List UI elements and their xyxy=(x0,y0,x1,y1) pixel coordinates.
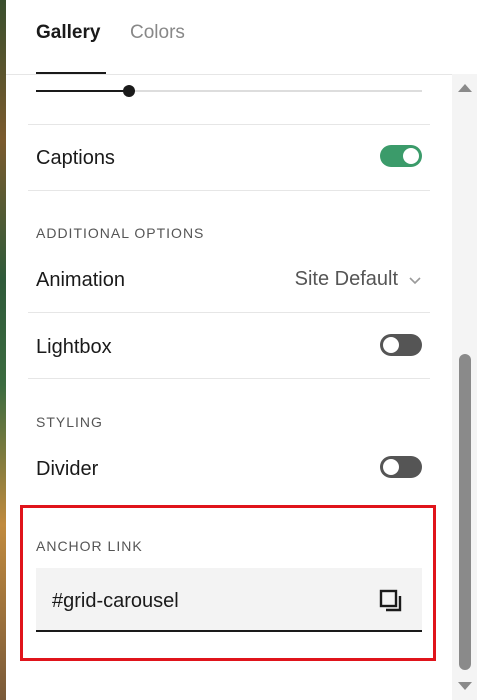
lightbox-label: Lightbox xyxy=(36,336,112,358)
slider[interactable] xyxy=(36,85,422,97)
active-tab-indicator xyxy=(36,72,106,74)
divider-toggle[interactable] xyxy=(380,456,422,478)
lightbox-toggle[interactable] xyxy=(380,334,422,356)
captions-toggle[interactable] xyxy=(380,145,422,167)
copy-icon[interactable] xyxy=(378,588,404,614)
animation-label: Animation xyxy=(36,269,125,291)
divider-option-label: Divider xyxy=(36,458,99,480)
divider-line xyxy=(28,190,430,191)
divider-line xyxy=(28,378,430,379)
section-label-styling: STYLING xyxy=(36,414,103,430)
slider-fill xyxy=(36,90,129,92)
toggle-knob xyxy=(383,337,399,353)
toggle-knob xyxy=(383,459,399,475)
captions-label: Captions xyxy=(36,147,115,169)
scrollbar-thumb[interactable] xyxy=(459,354,471,670)
anchor-link-value: #grid-carousel xyxy=(52,590,179,612)
scroll-up-arrow-icon[interactable] xyxy=(458,84,472,92)
gallery-settings-panel: Gallery Colors Captions ADDITIONAL OPTIO… xyxy=(6,0,452,700)
chevron-down-icon xyxy=(409,276,421,284)
anchor-link-field[interactable]: #grid-carousel xyxy=(36,568,422,632)
animation-select[interactable]: Site Default xyxy=(295,268,422,291)
section-label-anchor-link: ANCHOR LINK xyxy=(36,538,143,554)
scroll-down-arrow-icon[interactable] xyxy=(458,682,472,690)
section-label-additional-options: ADDITIONAL OPTIONS xyxy=(36,225,205,241)
tab-gallery[interactable]: Gallery xyxy=(36,22,100,44)
slider-thumb[interactable] xyxy=(122,85,135,97)
divider-line xyxy=(28,124,430,125)
tab-colors[interactable]: Colors xyxy=(130,22,185,44)
scrollbar[interactable] xyxy=(452,74,477,700)
animation-select-value: Site Default xyxy=(294,268,398,290)
toggle-knob xyxy=(403,148,419,164)
divider-line xyxy=(28,312,430,313)
tab-bar: Gallery Colors xyxy=(6,0,452,75)
